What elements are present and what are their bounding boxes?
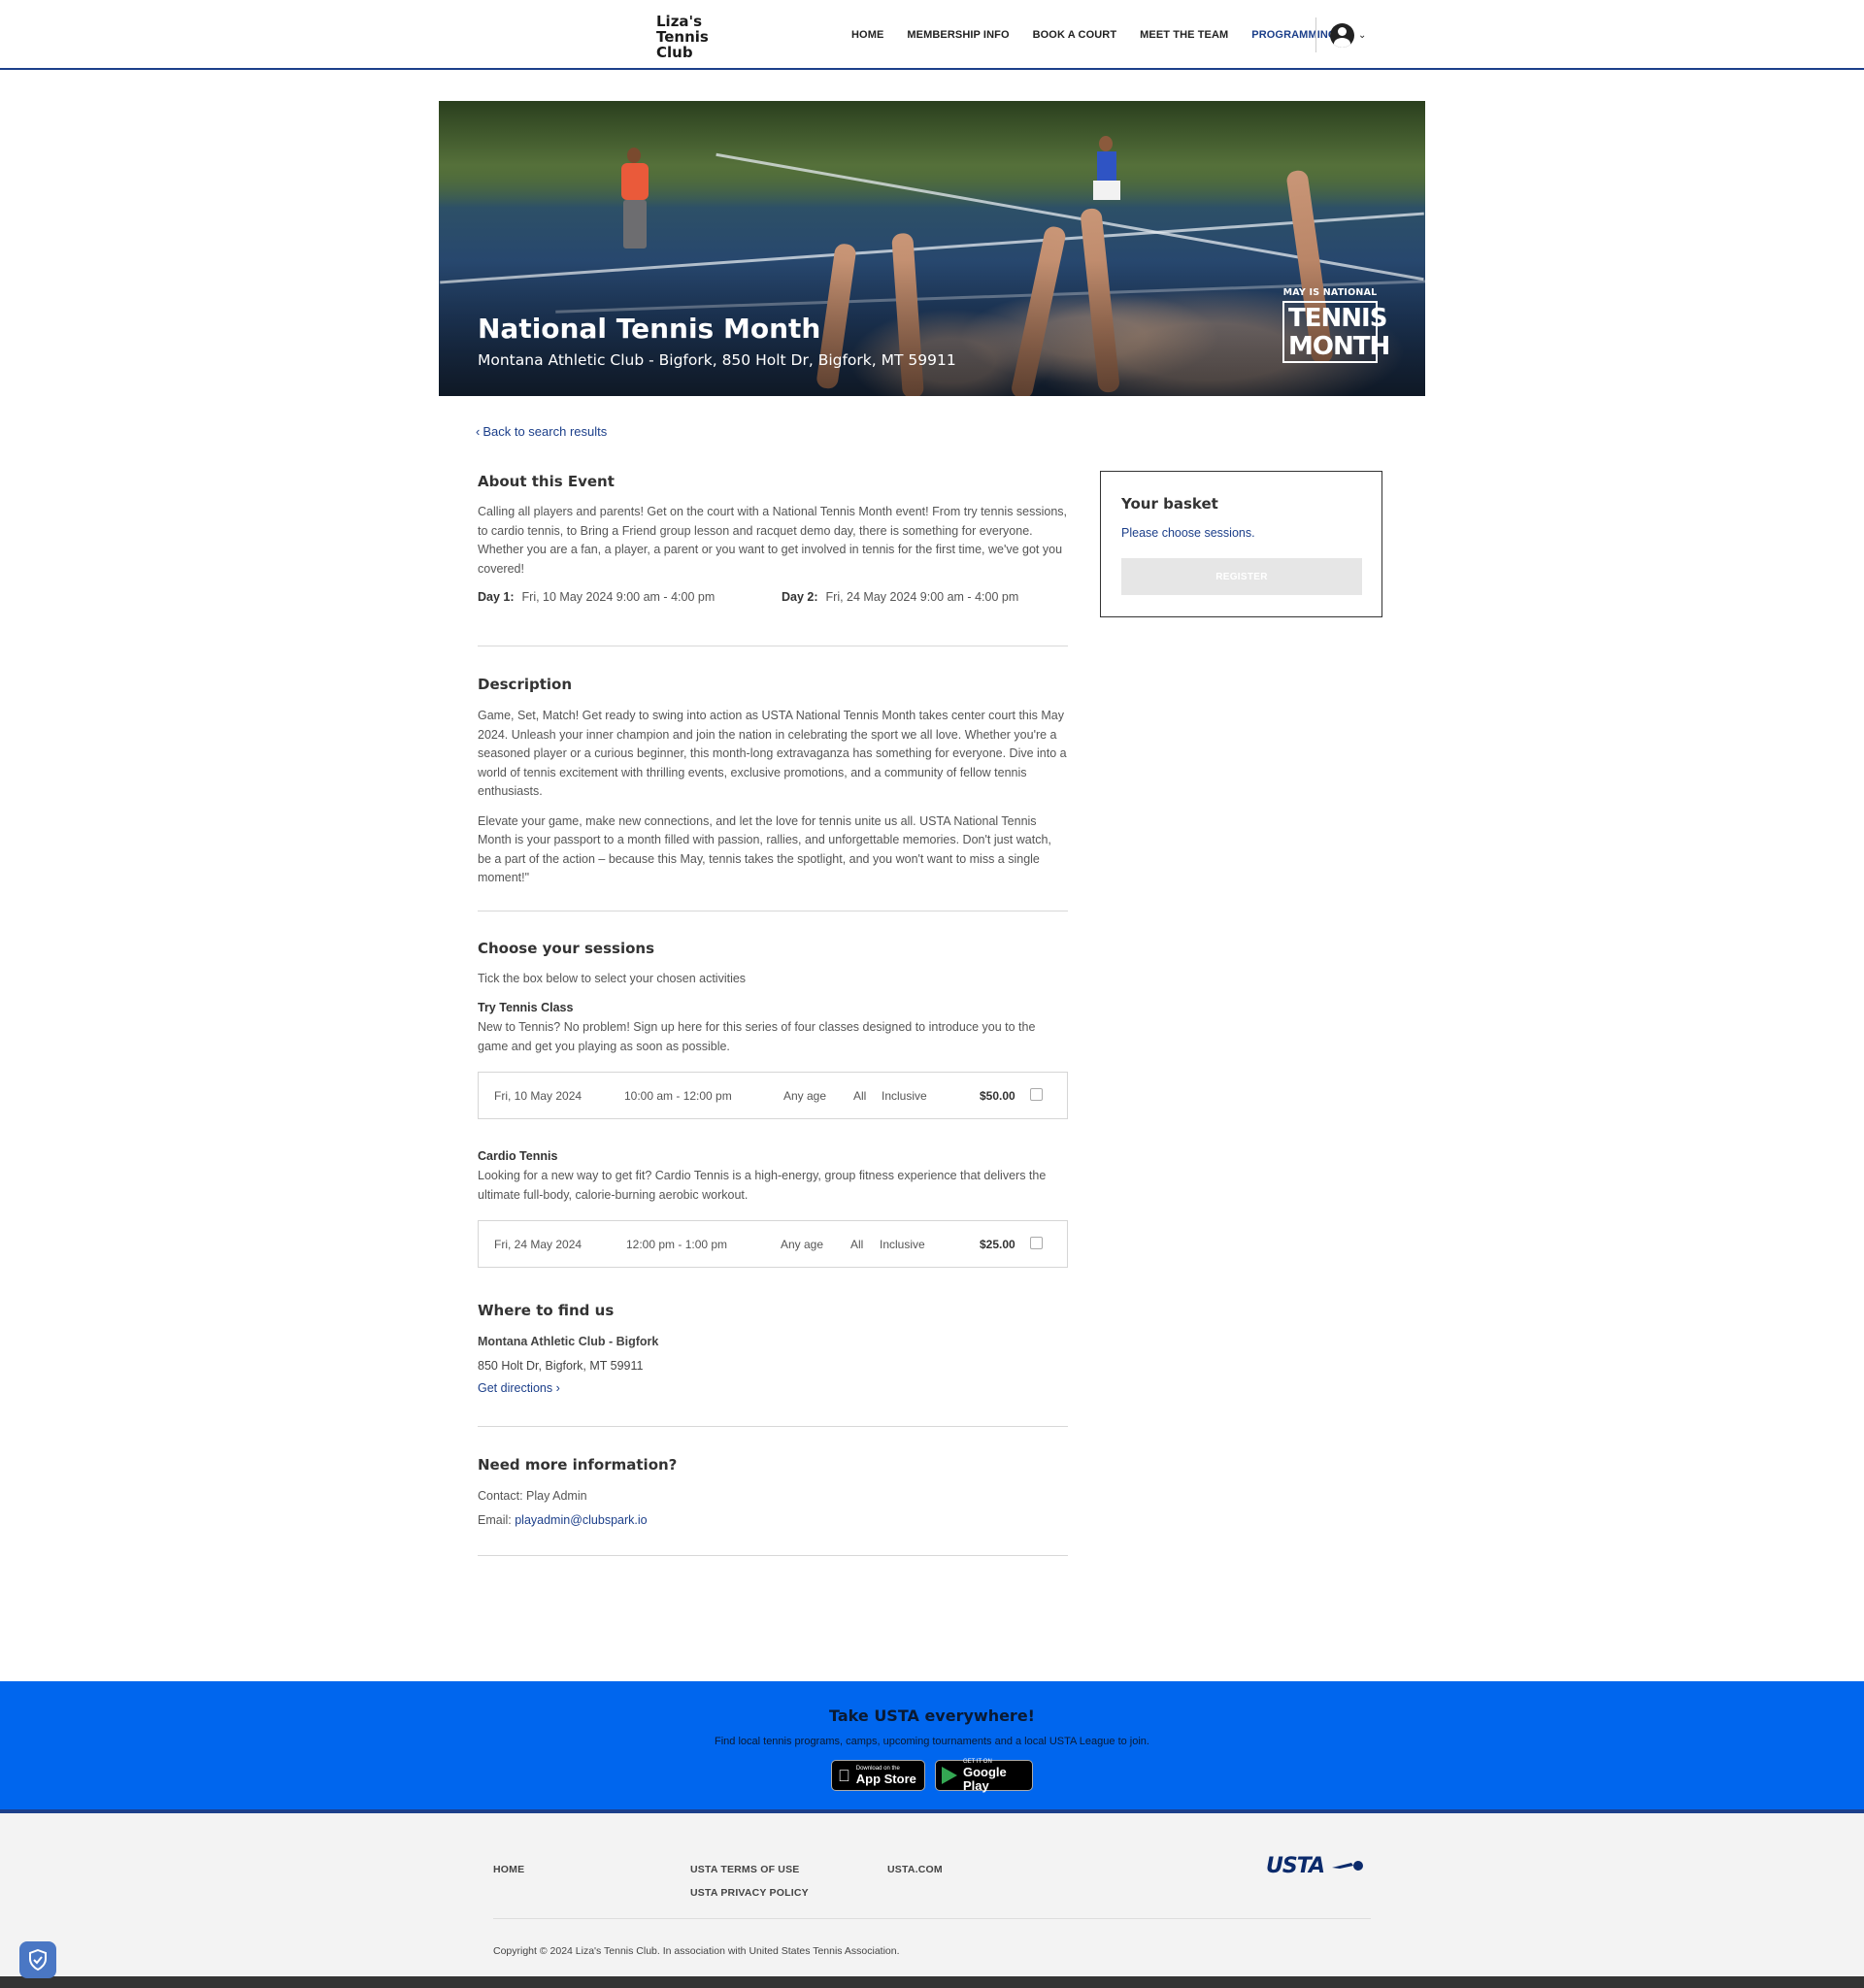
google-play-button[interactable]: GET IT ON Google Play (935, 1759, 1033, 1792)
session-gender: Inclusive (880, 1238, 925, 1251)
email-label: Email: (478, 1512, 512, 1527)
promo-subtitle: Find local tennis programs, camps, upcom… (715, 1736, 1149, 1747)
sessions-hint: Tick the box below to select your chosen… (478, 972, 747, 985)
session-price: $25.00 (980, 1238, 1015, 1251)
description-heading: Description (478, 676, 573, 693)
session-gender: Inclusive (882, 1089, 927, 1103)
sessions-heading: Choose your sessions (478, 940, 655, 957)
session-block: Try Tennis Class New to Tennis? No probl… (478, 1001, 1068, 1056)
footer-terms-link[interactable]: USTA TERMS OF USE (690, 1864, 800, 1875)
footer-usta-com-link[interactable]: USTA.COM (887, 1864, 943, 1875)
session-level: All (850, 1238, 864, 1251)
contact-section: Need more information? Contact: Play Adm… (478, 1456, 1068, 1530)
description-section: Description Game, Set, Match! Get ready … (478, 676, 1068, 888)
session-row[interactable]: Fri, 10 May 2024 10:00 am - 12:00 pm Any… (478, 1072, 1068, 1119)
basket-title: Your basket (1121, 495, 1218, 513)
get-directions-link[interactable]: Get directions › (478, 1379, 560, 1399)
session-time: 12:00 pm - 1:00 pm (626, 1238, 728, 1251)
chevron-left-icon: ‹ (476, 424, 481, 439)
email-link[interactable]: playadmin@clubspark.io (515, 1513, 647, 1527)
usta-logo[interactable]: USTA (1266, 1854, 1325, 1878)
description-paragraph: Game, Set, Match! Get ready to swing int… (478, 709, 1067, 798)
session-time: 10:00 am - 12:00 pm (624, 1089, 732, 1103)
promo-title: Take USTA everywhere! (829, 1706, 1035, 1725)
user-avatar-icon (1330, 23, 1354, 48)
session-level: All (853, 1089, 867, 1103)
account-menu[interactable]: ⌄ (1330, 23, 1366, 48)
nav-book-a-court[interactable]: BOOK A COURT (1033, 29, 1117, 41)
back-to-search-link[interactable]: ‹ Back to search results (476, 424, 607, 439)
session-checkbox[interactable] (1030, 1237, 1043, 1249)
app-store-button[interactable]:  Download on theApp Store (831, 1760, 925, 1791)
nav-meet-the-team[interactable]: MEET THE TEAM (1140, 29, 1228, 41)
nav-divider (1315, 17, 1316, 52)
day1-label: Day 1: (478, 590, 515, 604)
contact-heading: Need more information? (478, 1456, 678, 1474)
day2-label: Day 2: (782, 590, 818, 604)
session-block: Cardio Tennis Looking for a new way to g… (478, 1149, 1068, 1205)
session-checkbox[interactable] (1030, 1088, 1043, 1101)
divider (478, 1426, 1068, 1427)
session-age: Any age (781, 1238, 824, 1251)
day1-value: Fri, 10 May 2024 9:00 am - 4:00 pm (521, 590, 716, 604)
footer-divider (493, 1918, 1371, 1919)
chevron-right-icon: › (555, 1381, 560, 1395)
main-nav: HOME MEMBERSHIP INFO BOOK A COURT MEET T… (851, 29, 1360, 41)
app-promo-band: Take USTA everywhere! Find local tennis … (0, 1681, 1864, 1813)
page-bottom-bar (0, 1976, 1864, 1988)
venue-address: 850 Holt Dr, Bigfork, MT 59911 (478, 1358, 644, 1373)
about-section: About this Event Calling all players and… (478, 473, 1068, 579)
contact-name: Contact: Play Admin (478, 1489, 587, 1503)
site-footer: HOME USTA TERMS OF USE USTA PRIVACY POLI… (0, 1813, 1864, 1976)
footer-privacy-link[interactable]: USTA PRIVACY POLICY (690, 1887, 809, 1899)
about-text: Calling all players and parents! Get on … (478, 505, 1068, 576)
session-title: Cardio Tennis (478, 1149, 558, 1163)
nav-membership-info[interactable]: MEMBERSHIP INFO (907, 29, 1009, 41)
footer-home-link[interactable]: HOME (493, 1864, 524, 1875)
session-age: Any age (783, 1089, 827, 1103)
event-days: Day 1: Fri, 10 May 2024 9:00 am - 4:00 pm… (478, 590, 1068, 604)
usta-ball-icon (1332, 1861, 1363, 1871)
nav-home[interactable]: HOME (851, 29, 883, 41)
description-paragraph: Elevate your game, make new connections,… (478, 813, 1051, 885)
venue-name: Montana Athletic Club - Bigfork (478, 1335, 659, 1348)
event-hero-banner: MAY IS NATIONAL TENNIS MONTH National Ten… (439, 101, 1425, 396)
basket-panel: Your basket Please choose sessions. REGI… (1100, 471, 1382, 617)
event-title: National Tennis Month (478, 313, 821, 345)
register-button[interactable]: REGISTER (1121, 558, 1362, 595)
session-description: Looking for a new way to get fit? Cardio… (478, 1169, 1047, 1202)
site-header: Liza's Tennis Club HOME MEMBERSHIP INFO … (0, 0, 1864, 70)
google-play-icon (942, 1767, 957, 1784)
session-price: $50.00 (980, 1089, 1015, 1103)
event-location: Montana Athletic Club - Bigfork, 850 Hol… (478, 351, 956, 369)
tennis-player-figure (614, 148, 658, 264)
session-date: Fri, 10 May 2024 (494, 1089, 582, 1103)
session-row[interactable]: Fri, 24 May 2024 12:00 pm - 1:00 pm Any … (478, 1220, 1068, 1268)
session-description: New to Tennis? No problem! Sign up here … (478, 1020, 1036, 1053)
divider (478, 1555, 1068, 1556)
sessions-section: Choose your sessions Tick the box below … (478, 940, 1068, 989)
privacy-shield-icon[interactable] (19, 1941, 56, 1978)
location-section: Where to find us Montana Athletic Club -… (478, 1302, 1068, 1399)
tennis-month-badge: MAY IS NATIONAL TENNIS MONTH (1282, 287, 1390, 363)
apple-icon:  (838, 1768, 850, 1784)
basket-message: Please choose sessions. (1121, 526, 1255, 540)
nav-programming[interactable]: PROGRAMMING (1251, 29, 1336, 41)
about-heading: About this Event (478, 473, 615, 490)
club-logo[interactable]: Liza's Tennis Club (656, 14, 734, 60)
session-title: Try Tennis Class (478, 1001, 574, 1014)
location-heading: Where to find us (478, 1302, 615, 1319)
copyright-text: Copyright © 2024 Liza's Tennis Club. In … (493, 1945, 900, 1957)
session-date: Fri, 24 May 2024 (494, 1238, 582, 1251)
chevron-down-icon: ⌄ (1358, 30, 1367, 41)
day2-value: Fri, 24 May 2024 9:00 am - 4:00 pm (825, 590, 1019, 604)
